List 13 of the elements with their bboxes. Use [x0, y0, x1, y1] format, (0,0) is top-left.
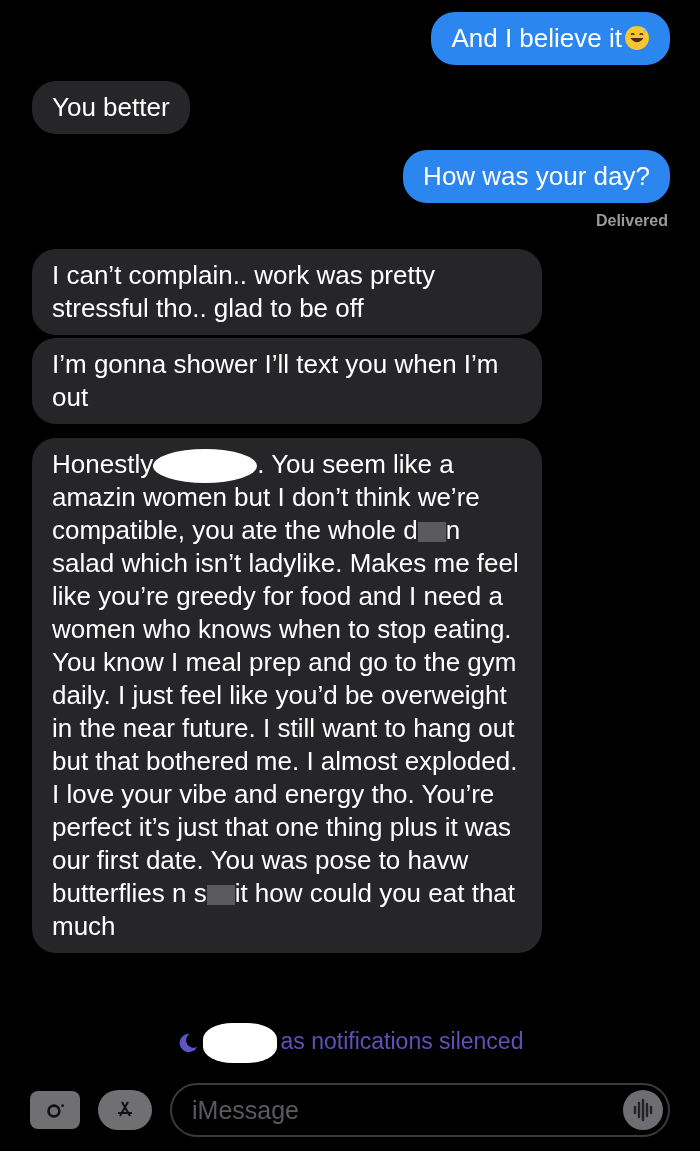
message-text: How was your day? [423, 160, 650, 193]
grinning-sweat-icon [624, 25, 650, 51]
audio-waveform-icon [623, 1090, 663, 1130]
notice-text: as notifications silenced [202, 1023, 524, 1063]
app-store-button[interactable] [98, 1090, 152, 1130]
message-input[interactable]: iMessage [170, 1083, 670, 1137]
message-text: You better [52, 91, 170, 124]
message-text: I’m gonna shower I’ll text you when I’m out [52, 348, 500, 414]
message-text: And I believe it [451, 22, 622, 55]
camera-button[interactable] [30, 1091, 80, 1129]
message-text: Honestly . You seem like a amazin women but I don’t think we’re compatible, you ate the whole d n salad which isn’t ladylike. Makes me feel like you’re greedy for food and I need a women who knows when to stop eating. You know I meal prep and go to the gym daily. I just feel like you’d be overweight in the near future. I still want to hang out but that bothered me. I almost exploded. I love your vibe and energy tho. You’re perfect it’s just that one thing plus it was our first date. You was pose to havw butterflies n s it how could you eat that much [52, 448, 520, 943]
message-text: I can’t complain.. work was pretty stressful tho.. glad to be off [52, 259, 436, 325]
delivery-status: Delivered [595, 211, 668, 231]
